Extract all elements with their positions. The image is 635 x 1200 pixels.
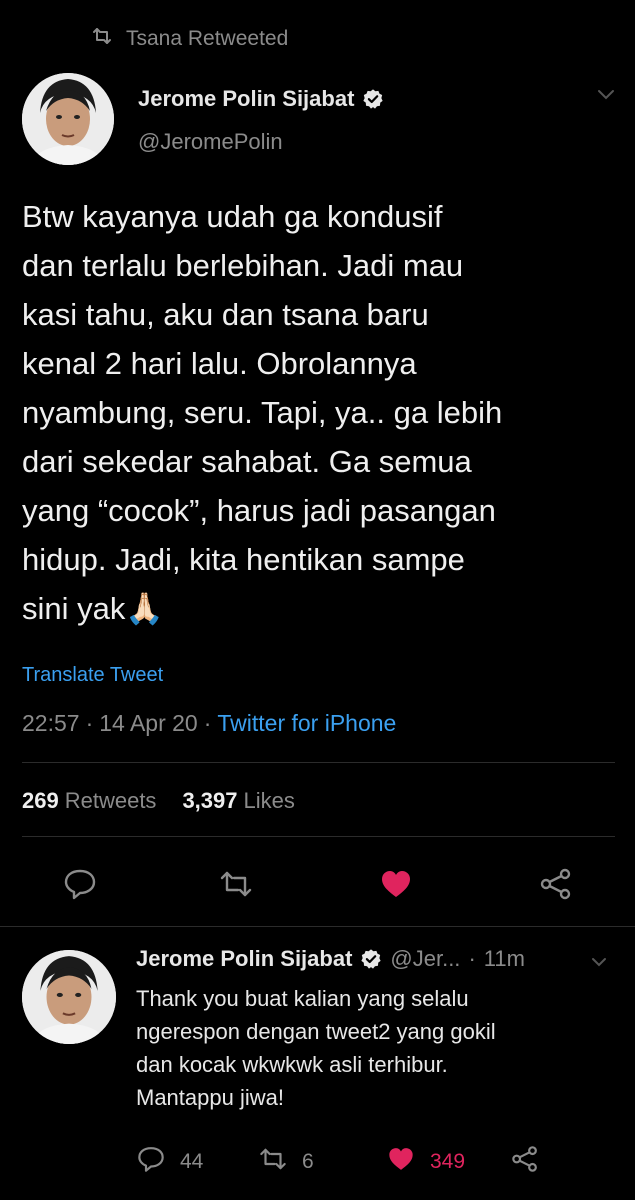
divider (22, 762, 615, 763)
reply-author-handle[interactable]: @Jer... (390, 946, 460, 972)
likes-label[interactable]: Likes (244, 788, 295, 814)
retweets-label[interactable]: Retweets (65, 788, 157, 814)
reply-like-button[interactable]: 349 (386, 1144, 465, 1180)
reply-text: Thank you buat kalian yang selalu ngeres… (136, 986, 496, 1110)
retweets-count[interactable]: 269 (22, 788, 59, 814)
verified-badge-icon (362, 88, 384, 110)
like-heart-icon[interactable] (386, 1144, 416, 1180)
retweet-count: 6 (302, 1150, 314, 1173)
tweet-text: Btw kayanya udah ga kondusif dan terlalu… (22, 199, 503, 626)
author-name-text[interactable]: Jerome Polin Sijabat (138, 86, 354, 112)
share-icon[interactable] (510, 1144, 540, 1180)
retweet-context: Tsana Retweeted (90, 24, 288, 54)
retweet-icon[interactable] (218, 866, 254, 902)
chevron-down-icon[interactable] (596, 88, 616, 102)
retweet-context-label: Tsana Retweeted (126, 27, 289, 50)
translate-tweet-link[interactable]: Translate Tweet (22, 664, 163, 687)
divider (0, 926, 635, 927)
author-name[interactable]: Jerome Polin Sijabat (138, 86, 384, 112)
likes-count[interactable]: 3,397 (182, 788, 237, 814)
retweet-icon[interactable] (258, 1144, 288, 1180)
tweet-date[interactable]: 14 Apr 20 (99, 710, 197, 737)
reply-author-name[interactable]: Jerome Polin Sijabat (136, 946, 352, 972)
divider (22, 836, 615, 837)
like-heart-icon[interactable] (378, 866, 414, 902)
reply-count: 44 (180, 1150, 204, 1173)
meta-separator: · (203, 710, 212, 736)
meta-separator: · (85, 710, 94, 736)
like-count: 349 (430, 1150, 466, 1173)
reply-reply-button[interactable]: 44 (136, 1144, 203, 1180)
reply-time[interactable]: 11m (484, 946, 525, 972)
tweet-source-link[interactable]: Twitter for iPhone (217, 710, 396, 737)
chevron-down-icon[interactable] (590, 955, 608, 967)
reply-share-button[interactable] (510, 1144, 540, 1180)
verified-badge-icon (360, 948, 382, 970)
reply-header: Jerome Polin Sijabat @Jer... · 11m (136, 946, 525, 972)
share-icon[interactable] (538, 866, 574, 902)
reply-retweet-button[interactable]: 6 (258, 1144, 314, 1180)
tweet-time[interactable]: 22:57 (22, 710, 80, 737)
retweet-icon (90, 24, 114, 54)
tweet-stats: 269 Retweets 3,397 Likes (22, 788, 295, 814)
author-avatar[interactable] (22, 73, 114, 165)
reply-action-bar: 44 6 349 (136, 1144, 606, 1178)
reply-author-avatar[interactable] (22, 950, 116, 1044)
author-handle[interactable]: @JeromePolin (138, 129, 283, 155)
reply-icon[interactable] (136, 1144, 166, 1180)
reply-separator: · (468, 946, 476, 971)
reply-icon[interactable] (62, 866, 98, 902)
tweet-metadata: 22:57 · 14 Apr 20 · Twitter for iPhone (22, 710, 396, 737)
